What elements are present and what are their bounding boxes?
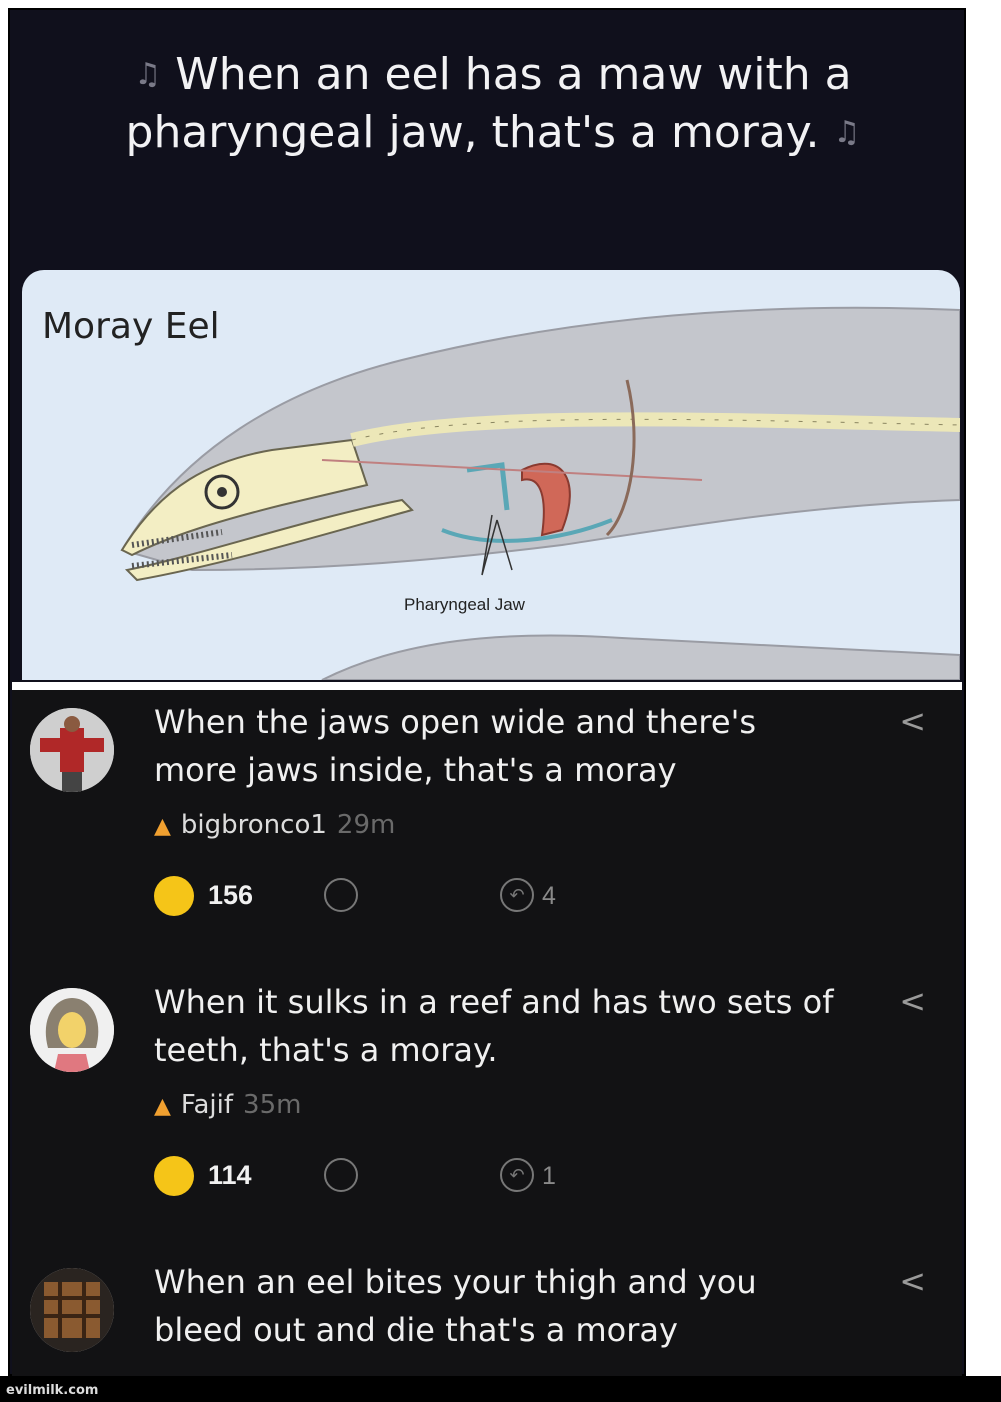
reply-icon[interactable]: ↶ [500,1158,534,1192]
comment-text: When the jaws open wide and there's more… [154,703,757,789]
watermark: evilmilk.com [6,1383,99,1398]
footer-bar [0,1376,1001,1402]
avatar[interactable] [30,988,114,1072]
title-line-2: pharyngeal jaw, that's a moray. [125,107,820,158]
avatar-image [30,1268,114,1352]
like-emoji-icon[interactable] [154,876,194,916]
avatar[interactable] [30,708,114,792]
share-icon[interactable]: < [899,982,926,1020]
timestamp: 35m [243,1090,302,1120]
comment-list: When the jaws open wide and there's more… [12,690,962,1376]
comment-text: When an eel bites your thigh and you ble… [154,1263,757,1349]
like-count: 156 [208,880,254,910]
reply-count: 4 [542,882,556,910]
avatar-image [30,708,114,792]
pharyngeal-jaw-label: Pharyngeal Jaw [404,595,525,614]
flame-icon: ▲ [154,1094,171,1119]
like-count: 114 [208,1160,252,1190]
title-line-1: When an eel has a maw with a [175,49,852,100]
music-note-icon: ♫ [134,57,162,92]
reply-icon[interactable]: ↶ [500,878,534,912]
music-note-icon: ♫ [833,115,861,150]
timestamp: 29m [336,810,396,840]
avatar-image [30,988,114,1072]
like-emoji-icon[interactable] [154,1156,194,1196]
comment-text: When it sulks in a reef and has two sets… [154,983,834,1069]
meme-title: ♫ When an eel has a maw with a pharyngea… [28,46,958,162]
dislike-emoji-icon[interactable] [324,1158,358,1192]
reply-count: 1 [542,1162,556,1190]
diagram-title: Moray Eel [42,306,220,347]
share-icon[interactable]: < [899,1262,926,1300]
divider [12,682,962,690]
username[interactable]: bigbronco1 [181,810,327,840]
dislike-emoji-icon[interactable] [324,878,358,912]
share-icon[interactable]: < [899,702,926,740]
moray-eel-diagram: Moray Eel Pharyngeal Jaw [22,270,960,680]
comment-meta: ▲ Fajif 35m [154,1090,301,1120]
avatar[interactable] [30,1268,114,1352]
flame-icon: ▲ [154,814,171,839]
comment-meta: ▲ bigbronco1 29m [154,810,395,840]
username[interactable]: Fajif [181,1090,233,1120]
